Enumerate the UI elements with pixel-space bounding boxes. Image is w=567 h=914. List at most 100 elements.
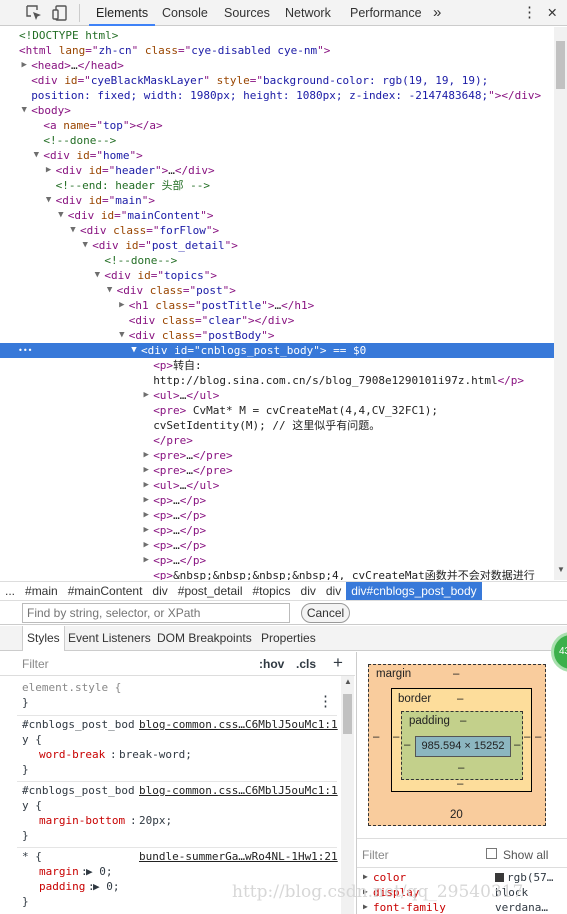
breadcrumb-item[interactable]: div bbox=[296, 582, 321, 600]
dom-node[interactable]: <div class="clear"></div> bbox=[0, 313, 554, 328]
dom-node[interactable]: <div id="cyeBlackMaskLayer" style="backg… bbox=[0, 73, 554, 88]
expand-triangle-icon[interactable]: ▶ bbox=[141, 508, 151, 523]
menu-icon[interactable]: ⋮ bbox=[522, 0, 537, 26]
node-actions-icon[interactable]: ••• bbox=[18, 343, 32, 358]
computed-filter-input[interactable]: Filter bbox=[362, 848, 389, 862]
styles-scrollbar[interactable]: ▲ bbox=[341, 676, 354, 914]
rule2-source-link[interactable]: blog-common.css…C6MblJ5ouMc1:1 bbox=[139, 783, 338, 798]
expand-triangle-icon[interactable]: ▶ bbox=[141, 523, 151, 538]
collapse-triangle-icon[interactable]: ▼ bbox=[31, 148, 41, 163]
expand-triangle-icon[interactable]: ▶ bbox=[141, 478, 151, 493]
rule1-source-link[interactable]: blog-common.css…C6MblJ5ouMc1:1 bbox=[139, 717, 338, 732]
margin-right-value[interactable]: – bbox=[535, 731, 541, 743]
dom-node[interactable]: ▶ <ul>…</ul> bbox=[0, 388, 554, 403]
collapse-triangle-icon[interactable]: ▼ bbox=[68, 223, 78, 238]
tab-properties[interactable]: Properties bbox=[261, 626, 316, 651]
dom-node[interactable]: position: fixed; width: 1980px; height: … bbox=[0, 88, 554, 103]
collapse-triangle-icon[interactable]: ▼ bbox=[80, 238, 90, 253]
collapse-triangle-icon[interactable]: ▼ bbox=[117, 328, 127, 343]
dom-node[interactable]: ▶ <h1 class="postTitle">…</h1> bbox=[0, 298, 554, 313]
breadcrumb-item[interactable]: #topics bbox=[247, 582, 295, 600]
tab-sources[interactable]: Sources bbox=[224, 0, 270, 26]
rule-menu-icon[interactable]: ⋮ bbox=[318, 692, 333, 710]
expand-triangle-icon[interactable]: ▶ bbox=[44, 163, 54, 178]
dom-node[interactable]: <!--done--> bbox=[0, 253, 554, 268]
breadcrumb-item[interactable]: div bbox=[147, 582, 172, 600]
rule1-prop-name[interactable]: word-break bbox=[39, 747, 105, 762]
border-left-value[interactable]: – bbox=[393, 731, 399, 743]
dom-node[interactable]: ▶ <p>…</p> bbox=[0, 523, 554, 538]
add-rule-button[interactable]: + bbox=[333, 653, 343, 673]
elements-tree[interactable]: <!DOCTYPE html> <html lang="zh-cn" class=… bbox=[0, 27, 554, 580]
dom-node[interactable]: ▶ <p>…</p> bbox=[0, 493, 554, 508]
expand-triangle-icon[interactable]: ▶ bbox=[141, 538, 151, 553]
collapse-triangle-icon[interactable]: ▼ bbox=[56, 208, 66, 223]
rule3-prop-name[interactable]: margin bbox=[39, 864, 79, 879]
dom-node[interactable]: ▶ <ul>…</ul> bbox=[0, 478, 554, 493]
scrollbar-thumb[interactable] bbox=[556, 41, 565, 89]
expand-triangle-icon[interactable]: ▶ bbox=[141, 553, 151, 568]
dom-node[interactable]: cvSetIdentity(M); // 这里似乎有问题。 bbox=[0, 418, 554, 433]
tab-network[interactable]: Network bbox=[285, 0, 331, 26]
color-swatch[interactable] bbox=[495, 873, 504, 882]
cls-toggle[interactable]: .cls bbox=[296, 657, 316, 671]
tab-elements[interactable]: Elements bbox=[89, 0, 156, 26]
scrollbar-thumb[interactable] bbox=[343, 694, 352, 734]
dom-node[interactable]: ▶ <p>…</p> bbox=[0, 538, 554, 553]
breadcrumb-item[interactable]: div bbox=[321, 582, 346, 600]
expand-icon[interactable]: ▶ bbox=[363, 902, 368, 911]
dom-node[interactable]: </pre> bbox=[0, 433, 554, 448]
close-icon[interactable]: ✕ bbox=[547, 0, 557, 26]
dom-node[interactable]: ▼ <div class="postBody"> bbox=[0, 328, 554, 343]
dom-node[interactable]: ▼ <div id="main"> bbox=[0, 193, 554, 208]
dom-node[interactable]: ▶ <pre>…</pre> bbox=[0, 448, 554, 463]
collapse-triangle-icon[interactable]: ▼ bbox=[19, 103, 29, 118]
collapse-triangle-icon[interactable]: ▼ bbox=[129, 343, 139, 358]
margin-left-value[interactable]: – bbox=[373, 731, 379, 743]
rule3-prop-name[interactable]: padding bbox=[39, 879, 85, 894]
styles-filter-input[interactable]: Filter bbox=[22, 657, 49, 671]
tab-dom-breakpoints[interactable]: DOM Breakpoints bbox=[157, 626, 252, 651]
dom-node[interactable]: ▶ <p>…</p> bbox=[0, 508, 554, 523]
tab-event-listeners[interactable]: Event Listeners bbox=[68, 626, 151, 651]
dom-node[interactable]: http://blog.sina.com.cn/s/blog_7908e1290… bbox=[0, 373, 554, 388]
computed-prop-name[interactable]: font-family bbox=[373, 901, 446, 914]
rule2-prop-value[interactable]: 20px; bbox=[139, 813, 172, 828]
rule3-prop-value[interactable]: ▶ 0; bbox=[93, 879, 120, 894]
dom-node[interactable]: <p>&nbsp;&nbsp;&nbsp;&nbsp;4, cvCreateMa… bbox=[0, 568, 554, 580]
padding-bottom-value[interactable]: – bbox=[458, 762, 464, 774]
margin-top-value[interactable]: – bbox=[453, 668, 459, 680]
dom-node[interactable]: <!DOCTYPE html> bbox=[0, 28, 554, 43]
expand-triangle-icon[interactable]: ▶ bbox=[141, 493, 151, 508]
tab-console[interactable]: Console bbox=[162, 0, 208, 26]
box-model-content[interactable]: 985.594 × 15252 bbox=[415, 736, 511, 757]
dom-node[interactable]: ▼ <div class="forFlow"> bbox=[0, 223, 554, 238]
rule2-prop-name[interactable]: margin-bottom bbox=[39, 813, 125, 828]
scroll-down-icon[interactable]: ▼ bbox=[557, 565, 565, 574]
breadcrumb-item[interactable]: #post_detail bbox=[173, 582, 248, 600]
box-model-border[interactable]: border – – – – padding – – – – 985.594 ×… bbox=[391, 688, 532, 792]
more-tabs-icon[interactable]: » bbox=[433, 0, 441, 26]
breadcrumb-item[interactable]: ... bbox=[0, 582, 20, 600]
dom-node[interactable]: ▼ <div id="home"> bbox=[0, 148, 554, 163]
tab-styles[interactable]: Styles bbox=[22, 626, 65, 651]
dom-node[interactable]: ▼ <div class="post"> bbox=[0, 283, 554, 298]
expand-icon[interactable]: ▶ bbox=[363, 872, 368, 881]
border-top-value[interactable]: – bbox=[457, 693, 463, 705]
dom-node[interactable]: ▶ <p>…</p> bbox=[0, 553, 554, 568]
dom-node[interactable]: <html lang="zh-cn" class="cye-disabled c… bbox=[0, 43, 554, 58]
inspect-element-icon[interactable] bbox=[25, 4, 43, 22]
dom-node[interactable]: <!--done--> bbox=[0, 133, 554, 148]
dom-node[interactable]: <p>转自: bbox=[0, 358, 554, 373]
dom-node[interactable]: ▼ <div id="topics"> bbox=[0, 268, 554, 283]
padding-right-value[interactable]: – bbox=[514, 739, 520, 751]
dom-node[interactable]: ▼ <div id="post_detail"> bbox=[0, 238, 554, 253]
collapse-triangle-icon[interactable]: ▼ bbox=[44, 193, 54, 208]
elements-scrollbar[interactable]: ▼ bbox=[554, 27, 567, 580]
box-model-padding[interactable]: padding – – – – 985.594 × 15252 bbox=[401, 711, 523, 780]
dom-node[interactable]: ▶ <div id="header">…</div> bbox=[0, 163, 554, 178]
dom-node[interactable]: ▼ <div id="mainContent"> bbox=[0, 208, 554, 223]
breadcrumb-item[interactable]: #mainContent bbox=[63, 582, 148, 600]
padding-top-value[interactable]: – bbox=[460, 715, 466, 727]
breadcrumb-item[interactable]: div#cnblogs_post_body bbox=[346, 582, 482, 600]
